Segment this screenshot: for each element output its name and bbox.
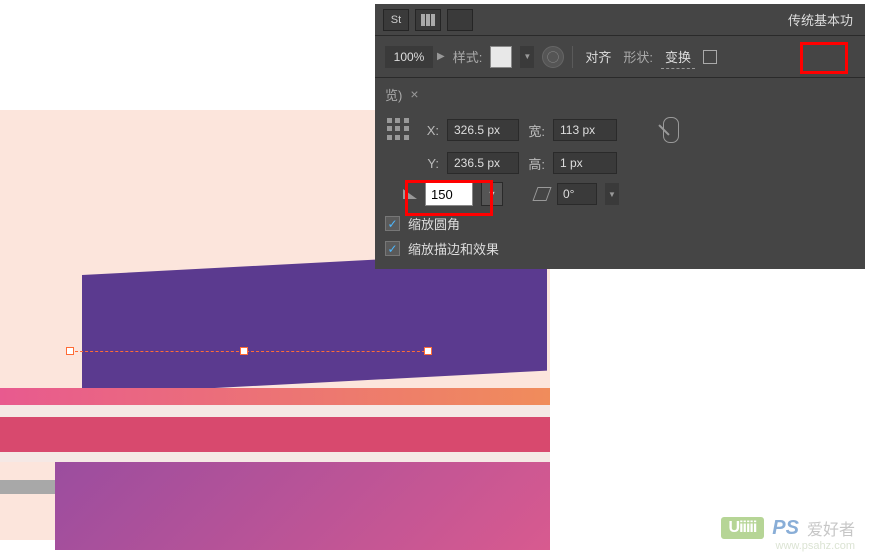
- watermark-url: www.psahz.com: [776, 540, 855, 552]
- rotate-angle-icon: [403, 189, 417, 199]
- app-toolbar: St 传统基本功: [375, 4, 865, 36]
- stock-icon[interactable]: St: [383, 9, 409, 31]
- arrange-icon[interactable]: [415, 9, 441, 31]
- transform-panel: X: 宽: Y: 高: ▼ ▼ ✓ 缩放圆角: [375, 110, 865, 268]
- shear-input[interactable]: [557, 183, 597, 205]
- rotate-dropdown-icon[interactable]: ▼: [481, 182, 503, 206]
- color-wheel-icon[interactable]: [542, 46, 564, 68]
- transform-button[interactable]: 变换: [661, 45, 695, 69]
- shear-dropdown-icon[interactable]: ▼: [605, 183, 619, 205]
- x-input[interactable]: [447, 119, 519, 141]
- watermark: Uiiiii PS 爱好者: [721, 516, 855, 540]
- width-input[interactable]: [553, 119, 617, 141]
- scale-corners-label: 缩放圆角: [408, 214, 460, 233]
- shear-icon: [532, 187, 551, 201]
- document-tab[interactable]: 览) ×: [375, 78, 865, 110]
- reference-point-widget[interactable]: [385, 116, 413, 144]
- y-input[interactable]: [447, 152, 519, 174]
- roof-shape: [82, 251, 547, 395]
- tab-name: 览): [385, 85, 402, 104]
- control-panel: St 传统基本功 ▶ 样式: ▼ 对齐 形状: 变换 览) × X:: [375, 4, 865, 269]
- rotate-input[interactable]: [425, 182, 473, 206]
- style-label: 样式:: [453, 47, 483, 66]
- watermark-text: 爱好者: [807, 516, 855, 540]
- options-bar: ▶ 样式: ▼ 对齐 形状: 变换: [375, 36, 865, 78]
- scale-strokes-checkbox[interactable]: ✓: [385, 241, 400, 256]
- selection-path[interactable]: [70, 351, 430, 353]
- height-input[interactable]: [553, 152, 617, 174]
- zoom-chevron-icon[interactable]: ▶: [437, 51, 445, 62]
- watermark-logo2: PS: [772, 517, 799, 540]
- shape-label: 形状:: [623, 47, 653, 66]
- tab-close-icon[interactable]: ×: [410, 86, 418, 102]
- scale-strokes-label: 缩放描边和效果: [408, 239, 499, 258]
- zoom-input[interactable]: [385, 46, 433, 68]
- x-label: X:: [421, 123, 439, 138]
- workspace-label[interactable]: 传统基本功: [788, 10, 857, 29]
- style-dropdown-icon[interactable]: ▼: [520, 46, 534, 68]
- handle-middle[interactable]: [240, 347, 248, 355]
- handle-left[interactable]: [66, 347, 74, 355]
- link-wh-icon[interactable]: [663, 117, 679, 143]
- align-button[interactable]: 对齐: [581, 45, 615, 68]
- isolate-icon[interactable]: [703, 50, 717, 64]
- watermark-logo1: Uiiiii: [721, 517, 765, 539]
- style-swatch[interactable]: [490, 46, 512, 68]
- scale-corners-checkbox[interactable]: ✓: [385, 216, 400, 231]
- y-label: Y:: [421, 156, 439, 171]
- w-label: 宽:: [527, 121, 545, 140]
- h-label: 高:: [527, 154, 545, 173]
- gpu-icon[interactable]: [447, 9, 473, 31]
- handle-right[interactable]: [424, 347, 432, 355]
